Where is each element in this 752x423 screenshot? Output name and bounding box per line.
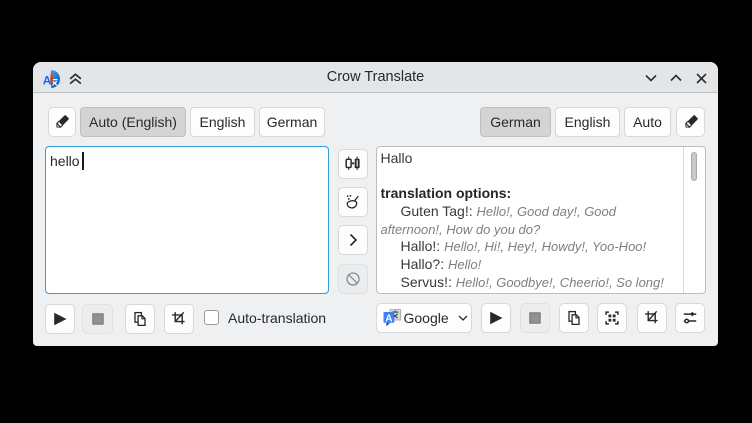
- svg-text:A: A: [385, 313, 392, 324]
